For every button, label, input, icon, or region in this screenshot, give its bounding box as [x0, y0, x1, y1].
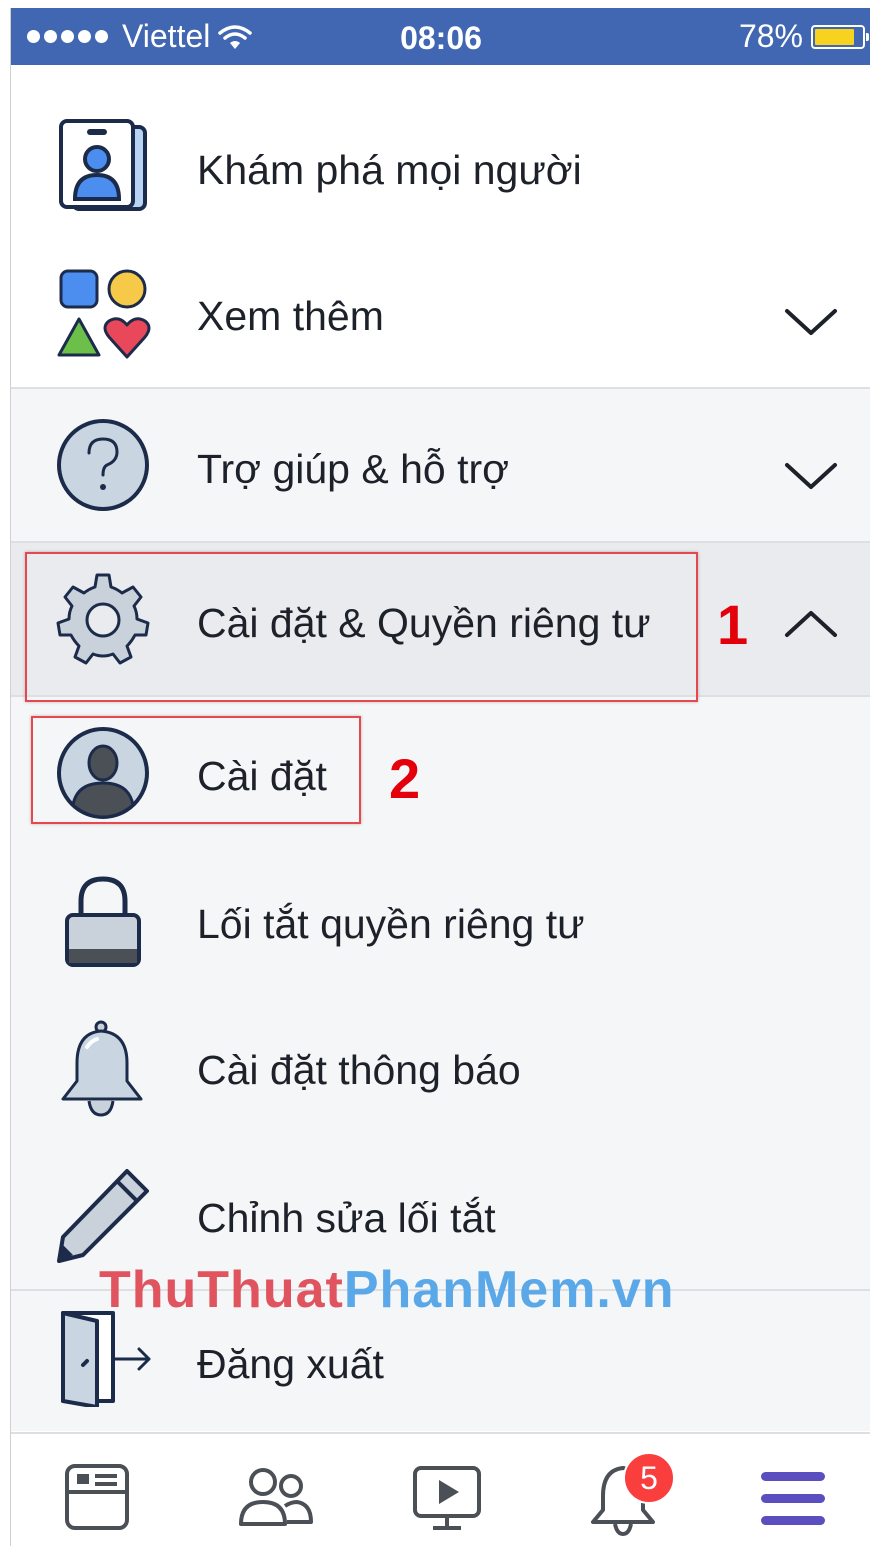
annotation-number-2: 2: [389, 747, 421, 810]
chevron-up-icon[interactable]: [781, 605, 841, 645]
menu-item-label: Cài đặt thông báo: [197, 1047, 521, 1093]
annotation-highlight-2: [31, 716, 361, 824]
menu-item-label: Đăng xuất: [197, 1341, 384, 1387]
watermark: ThuThuatPhanMem.vn: [99, 1260, 675, 1320]
bell-icon: [61, 1020, 143, 1117]
menu-icon[interactable]: [753, 1458, 833, 1538]
shapes-icon: [57, 269, 151, 359]
status-bar: Viettel 08:06 78%: [11, 8, 870, 65]
menu-item-see-more[interactable]: Xem thêm: [11, 233, 870, 388]
news-feed-icon[interactable]: [57, 1458, 137, 1538]
notifications-badge: 5: [623, 1452, 675, 1504]
menu-item-discover-people[interactable]: Khám phá mọi người: [11, 65, 870, 233]
help-icon: [57, 419, 149, 511]
lock-icon: [65, 876, 141, 967]
watermark-part2: PhanMem.vn: [343, 1261, 675, 1319]
menu-item-label: Trợ giúp & hỗ trợ: [197, 446, 510, 492]
bottom-tab-bar: 5: [11, 1432, 870, 1546]
friends-icon[interactable]: [235, 1458, 315, 1538]
battery-icon: [811, 24, 869, 49]
submenu-item-privacy-shortcuts[interactable]: Lối tắt quyền riêng tư: [11, 847, 870, 995]
menu-item-label: Lối tắt quyền riêng tư: [197, 901, 585, 947]
submenu-item-notification-settings[interactable]: Cài đặt thông báo: [11, 995, 870, 1141]
people-card-icon: [59, 119, 147, 211]
phone-screen: Viettel 08:06 78% Khám phá mọi người Xem…: [10, 8, 870, 1546]
annotation-number-1: 1: [717, 593, 749, 656]
menu-item-label: Khám phá mọi người: [197, 147, 582, 193]
menu-item-label: Xem thêm: [197, 293, 384, 339]
chevron-down-icon[interactable]: [781, 301, 841, 341]
annotation-highlight-1: [25, 552, 698, 702]
watch-icon[interactable]: [407, 1458, 487, 1538]
battery-percent: 78%: [738, 18, 803, 54]
watermark-part1: ThuThuat: [99, 1261, 344, 1319]
chevron-down-icon[interactable]: [781, 455, 841, 495]
menu-item-help-support[interactable]: Trợ giúp & hỗ trợ: [11, 389, 870, 542]
pencil-icon: [57, 1169, 149, 1263]
menu-item-label: Chỉnh sửa lối tắt: [197, 1195, 496, 1241]
logout-door-icon: [61, 1311, 151, 1407]
